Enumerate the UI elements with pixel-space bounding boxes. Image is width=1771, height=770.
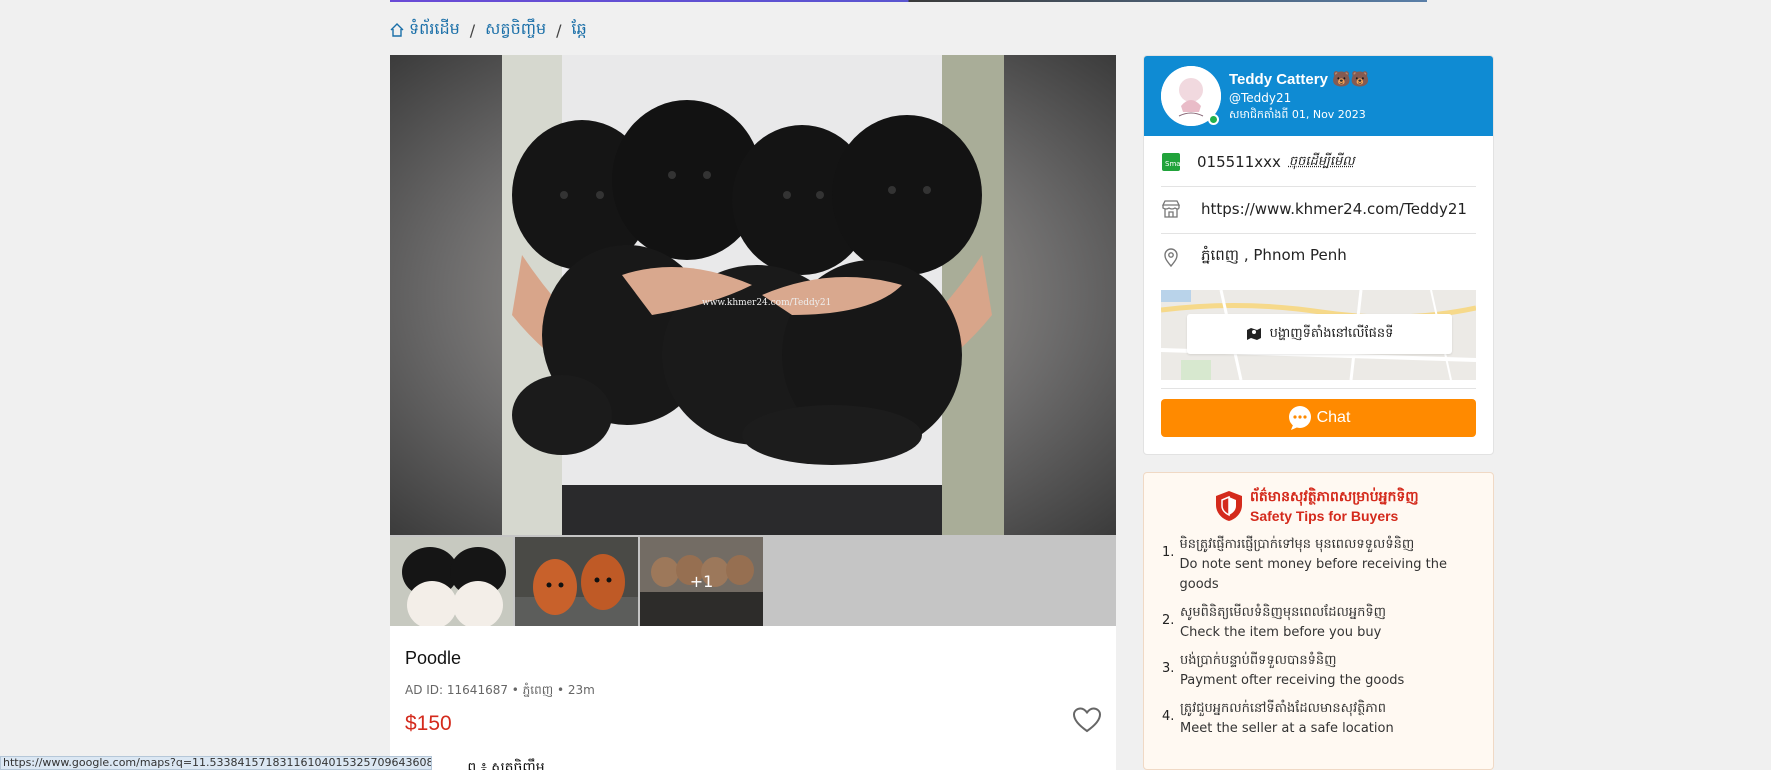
- reveal-phone-link[interactable]: ចុចដើម្បីមើល: [1289, 153, 1355, 172]
- chat-button[interactable]: Chat: [1161, 399, 1476, 437]
- breadcrumb-pets[interactable]: សត្វចិញ្ចឹម: [485, 18, 546, 42]
- tip-text-km: បង់ប្រាក់បន្ទាប់ពីទទួលបានទំនិញ: [1180, 651, 1404, 671]
- tip-text-km: សូមពិនិត្យមើលទំនិញមុនពេលដែលអ្នកទិញ: [1180, 603, 1386, 623]
- breadcrumb-dogs[interactable]: ឆ្កែ: [572, 18, 587, 42]
- divider: [1161, 233, 1476, 234]
- shop-url[interactable]: https://www.khmer24.com/Teddy21: [1201, 200, 1467, 218]
- member-since: សមាជិកតាំងពី 01, Nov 2023: [1229, 108, 1366, 124]
- breadcrumb-home[interactable]: ទំព័រដើម: [409, 18, 460, 42]
- tip-text-en: Check the item before you buy: [1180, 623, 1386, 643]
- phone-row: Smart 015511xxx ចុចដើម្បីមើល: [1161, 152, 1476, 172]
- tip-number: 3.: [1162, 651, 1180, 691]
- tip-text-km: មិនត្រូវផ្ញើការផ្ញើប្រាក់ទៅមុន មុនពេលទទួ…: [1180, 535, 1482, 555]
- chat-label: Chat: [1317, 409, 1351, 427]
- list-item: 2. សូមពិនិត្យមើលទំនិញមុនពេលដែលអ្នកទិញ Ch…: [1162, 603, 1482, 643]
- main-photo-backdrop: www.khmer24.com/Teddy21: [390, 55, 1116, 535]
- thumbnail-strip: +1: [390, 537, 763, 626]
- status-bar-url: https://www.google.com/maps?q=11.5338415…: [0, 756, 432, 770]
- shield-icon: [1214, 490, 1244, 522]
- seller-location: ភ្នំពេញ , Phnom Penh: [1201, 246, 1347, 268]
- category-label: ...ព ៖ សត្វចិញ្ចឹម: [454, 758, 545, 770]
- safety-tips-panel: ព័ត៌មានសុវត្ថិភាពសម្រាប់អ្នកទិញ Safety T…: [1143, 472, 1494, 770]
- location-row: ភ្នំពេញ , Phnom Penh: [1161, 246, 1476, 268]
- seller-handle: @Teddy21: [1229, 91, 1291, 105]
- chat-bubble-icon: [1287, 405, 1313, 431]
- smart-network-icon: Smart: [1161, 152, 1181, 172]
- listing-title: Poodle: [405, 648, 461, 669]
- thumbnail-3[interactable]: +1: [640, 537, 763, 626]
- location-pin-icon: [1161, 247, 1181, 267]
- home-icon[interactable]: [389, 22, 405, 38]
- show-on-map-button[interactable]: បង្ហាញទីតាំងនៅលើផែនទី: [1187, 314, 1452, 354]
- tip-number: 1.: [1162, 535, 1180, 595]
- tip-text-en: Payment ofter receiving the goods: [1180, 671, 1404, 691]
- phone-number: 015511xxx: [1197, 153, 1281, 171]
- safety-header: ព័ត៌មានសុវត្ថិភាពសម្រាប់អ្នកទិញ Safety T…: [1214, 487, 1419, 524]
- store-icon: [1161, 199, 1181, 219]
- listing-price: $150: [405, 712, 452, 736]
- seller-header: Teddy Cattery 🐻🐻 @Teddy21 សមាជិកតាំងពី 0…: [1144, 56, 1493, 136]
- tip-text-km: ត្រូវជួបអ្នកលក់នៅទីតាំងដែលមានសុវត្ថិភាព: [1180, 699, 1394, 719]
- divider: [1161, 388, 1476, 389]
- breadcrumb: ទំព័រដើម / សត្វចិញ្ចឹម / ឆ្កែ: [389, 18, 587, 42]
- show-on-map-label: បង្ហាញទីតាំងនៅលើផែនទី: [1270, 325, 1394, 344]
- seller-name[interactable]: Teddy Cattery 🐻🐻: [1229, 70, 1369, 88]
- seller-card: Teddy Cattery 🐻🐻 @Teddy21 សមាជិកតាំងពី 0…: [1143, 55, 1494, 455]
- listing-details: Poodle AD ID: 11641687 • ភ្នំពេញ • 23m $…: [390, 626, 1116, 770]
- divider: [1161, 186, 1476, 187]
- top-accent-bar: [390, 0, 1427, 2]
- safety-tips-list: 1. មិនត្រូវផ្ញើការផ្ញើប្រាក់ទៅមុន មុនពេល…: [1162, 535, 1482, 747]
- map-preview[interactable]: បង្ហាញទីតាំងនៅលើផែនទី: [1161, 290, 1476, 380]
- tip-text-en: Meet the seller at a safe location: [1180, 719, 1394, 739]
- list-item: 4. ត្រូវជួបអ្នកលក់នៅទីតាំងដែលមានសុវត្ថិភ…: [1162, 699, 1482, 739]
- website-row: https://www.khmer24.com/Teddy21: [1161, 199, 1476, 219]
- list-item: 1. មិនត្រូវផ្ញើការផ្ញើប្រាក់ទៅមុន មុនពេល…: [1162, 535, 1482, 595]
- breadcrumb-separator: /: [556, 21, 561, 40]
- safety-title-km: ព័ត៌មានសុវត្ថិភាពសម្រាប់អ្នកទិញ: [1250, 487, 1419, 508]
- photo-watermark: www.khmer24.com/Teddy21: [702, 298, 831, 308]
- svg-text:Smart: Smart: [1165, 160, 1181, 168]
- thumbnail-2[interactable]: [515, 537, 638, 626]
- heart-icon[interactable]: [1072, 706, 1102, 734]
- tip-text-en: Do note sent money before receiving the …: [1180, 555, 1482, 595]
- main-photo[interactable]: www.khmer24.com/Teddy21: [502, 55, 1004, 535]
- online-status-indicator: [1208, 114, 1219, 125]
- list-item: 3. បង់ប្រាក់បន្ទាប់ពីទទួលបានទំនិញ Paymen…: [1162, 651, 1482, 691]
- listing-meta: AD ID: 11641687 • ភ្នំពេញ • 23m: [405, 682, 595, 700]
- tip-number: 4.: [1162, 699, 1180, 739]
- more-photos-count[interactable]: +1: [640, 537, 763, 626]
- photo-gallery: www.khmer24.com/Teddy21 +1: [390, 55, 1116, 626]
- tip-number: 2.: [1162, 603, 1180, 643]
- map-marker-icon: [1246, 326, 1262, 342]
- thumbnail-1[interactable]: [390, 537, 513, 626]
- safety-title-en: Safety Tips for Buyers: [1250, 508, 1419, 524]
- breadcrumb-separator: /: [470, 21, 475, 40]
